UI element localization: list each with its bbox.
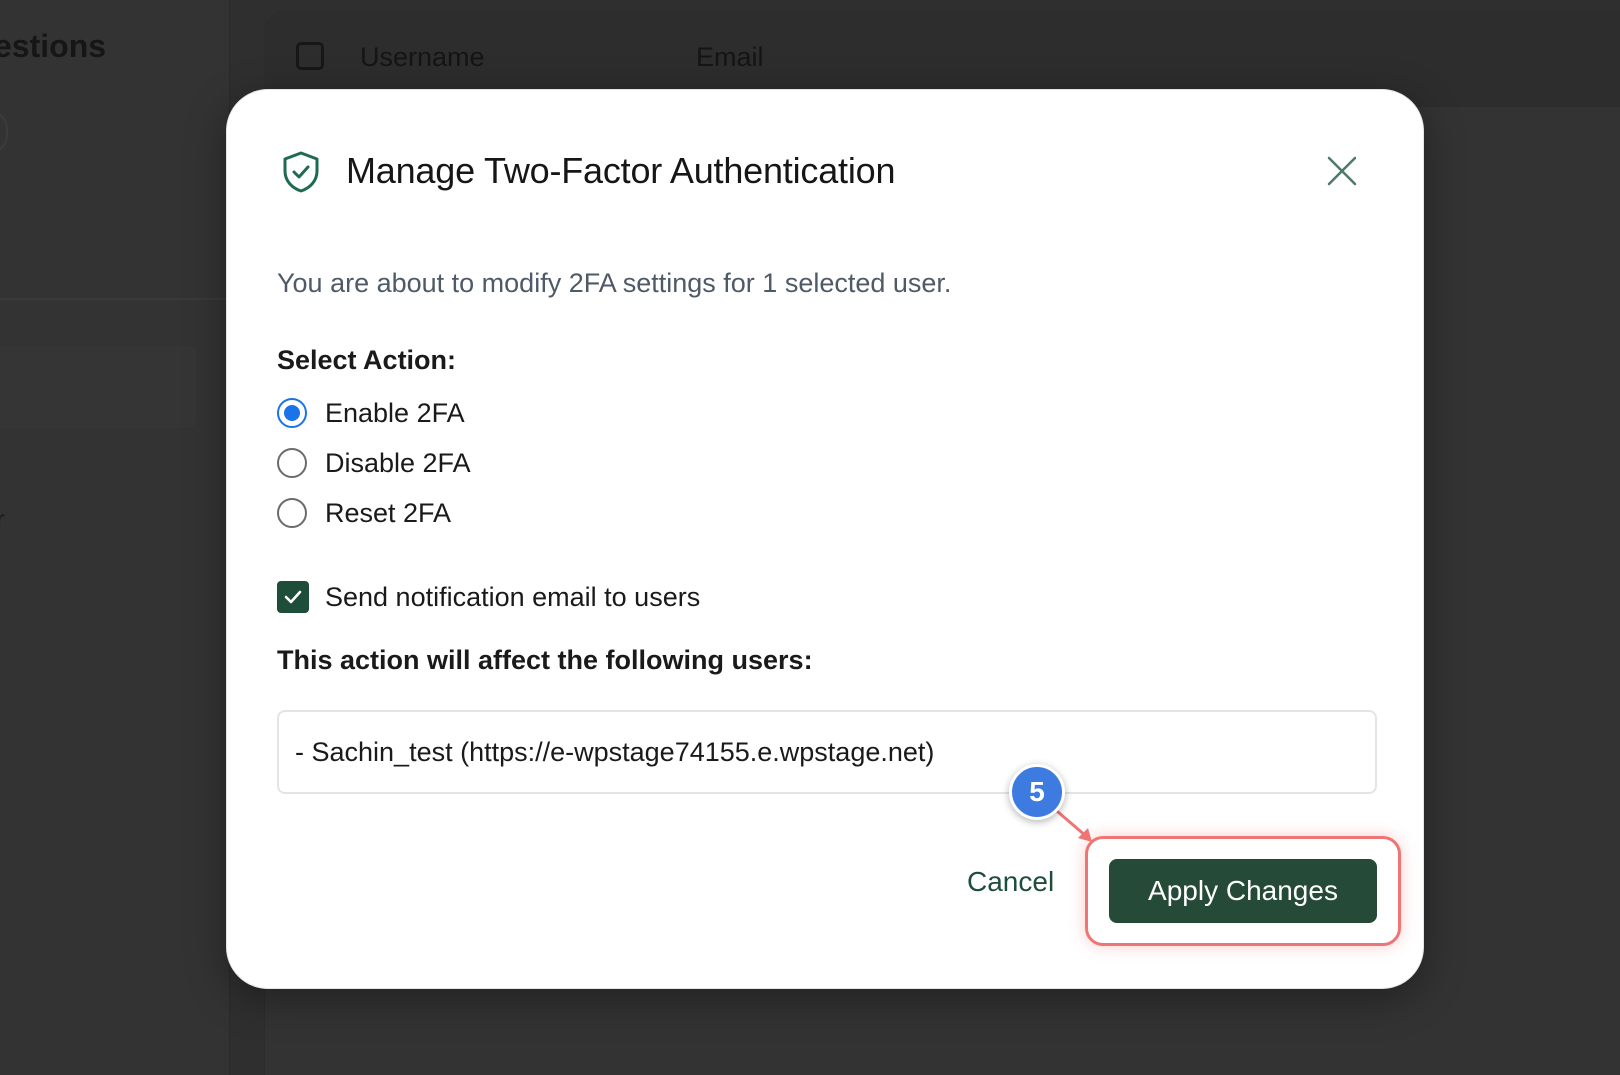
checkmark-icon: [284, 590, 302, 604]
select-all-checkbox[interactable]: [296, 42, 324, 70]
cancel-button[interactable]: Cancel: [967, 866, 1054, 898]
step-number-badge: 5: [1009, 764, 1065, 820]
modal-title: Manage Two-Factor Authentication: [346, 150, 896, 191]
radio-disable-2fa[interactable]: Disable 2FA: [277, 446, 471, 480]
apply-changes-button[interactable]: Apply Changes: [1109, 859, 1377, 923]
select-action-label: Select Action:: [277, 345, 457, 375]
affected-users-label: This action will affect the following us…: [277, 645, 813, 675]
radio-button[interactable]: [277, 448, 307, 478]
radio-label: Disable 2FA: [325, 447, 471, 478]
radio-label: Reset 2FA: [325, 497, 452, 528]
notify-users-label: Send notification email to users: [325, 581, 701, 612]
shield-check-icon: [283, 151, 319, 193]
column-header-email[interactable]: Email: [696, 42, 764, 73]
radio-enable-2fa[interactable]: Enable 2FA: [277, 396, 465, 430]
close-icon[interactable]: [1323, 152, 1361, 190]
column-header-username[interactable]: Username: [360, 42, 485, 73]
radio-reset-2fa[interactable]: Reset 2FA: [277, 496, 451, 530]
two-factor-modal: Manage Two-Factor Authentication You are…: [226, 89, 1424, 989]
notify-users-checkbox-row[interactable]: Send notification email to users: [277, 580, 700, 614]
radio-button[interactable]: [277, 498, 307, 528]
sidebar-search-pill[interactable]: [0, 110, 8, 154]
notify-users-checkbox[interactable]: [277, 581, 309, 613]
sidebar-title: estions: [0, 28, 107, 64]
radio-button-checked[interactable]: [277, 398, 307, 428]
sidebar: estions r: [0, 0, 230, 1075]
sidebar-divider: [0, 298, 229, 300]
modal-description: You are about to modify 2FA settings for…: [277, 268, 952, 298]
radio-label: Enable 2FA: [325, 397, 465, 428]
sidebar-item-text[interactable]: r: [0, 504, 5, 535]
affected-users-list: - Sachin_test (https://e-wpstage74155.e.…: [277, 710, 1377, 794]
sidebar-item-selected[interactable]: [0, 346, 196, 428]
